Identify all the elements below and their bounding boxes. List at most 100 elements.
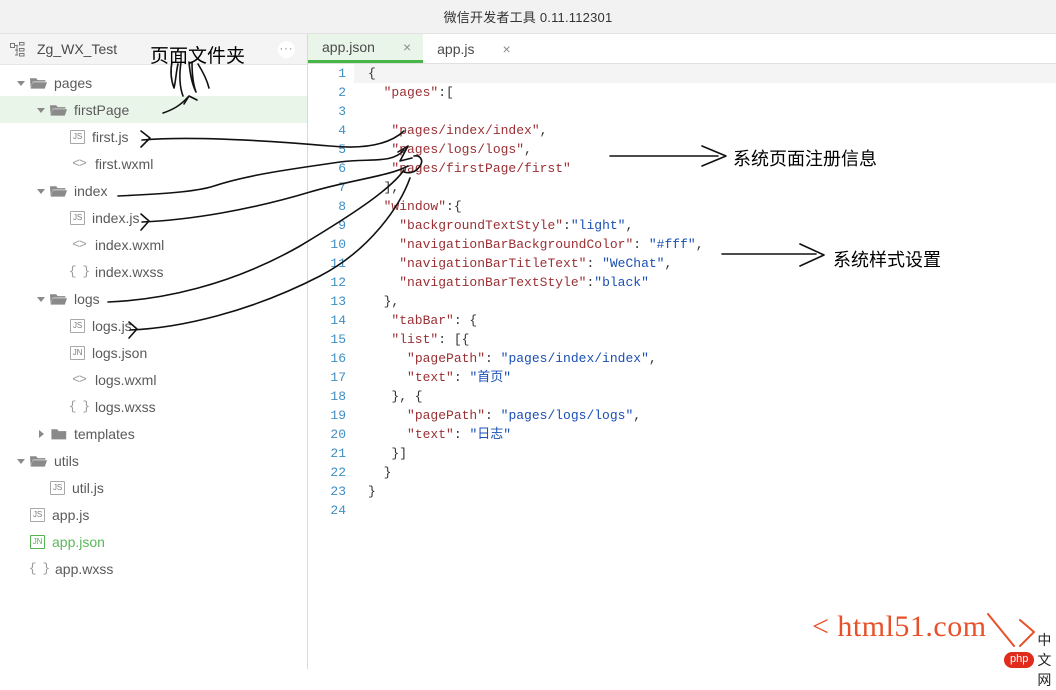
code-token: "window"	[384, 199, 446, 214]
code-token: : [{	[438, 332, 469, 347]
tree-item-app-wxss[interactable]: { }app.wxss	[0, 555, 307, 582]
code-line-text: }, {	[354, 387, 1056, 406]
chevron-down-icon[interactable]	[16, 456, 26, 466]
code-line[interactable]: 6 "pages/firstPage/first"	[308, 159, 1056, 178]
code-token: "pagePath"	[407, 408, 485, 423]
code-token: :	[454, 427, 470, 442]
code-token	[368, 199, 384, 214]
annotation-style-setting: 系统样式设置	[833, 246, 941, 272]
chevron-down-icon[interactable]	[36, 294, 46, 304]
code-line[interactable]: 18 }, {	[308, 387, 1056, 406]
code-line[interactable]: 13 },	[308, 292, 1056, 311]
folder-open-icon	[50, 184, 67, 198]
code-token: :[	[438, 85, 454, 100]
tree-item-index-wxss[interactable]: { }index.wxss	[0, 258, 307, 285]
code-line[interactable]: 5 "pages/logs/logs",	[308, 140, 1056, 159]
code-line[interactable]: 2 "pages":[	[308, 83, 1056, 102]
tree-item-first-wxml[interactable]: <>first.wxml	[0, 150, 307, 177]
tree-item-logs-js[interactable]: JSlogs.js	[0, 312, 307, 339]
code-line-text: "pages/logs/logs",	[354, 140, 1056, 159]
js-file-icon: JS	[30, 508, 45, 522]
code-line[interactable]: 11 "navigationBarTitleText": "WeChat",	[308, 254, 1056, 273]
code-token: ,	[664, 256, 672, 271]
chevron-down-icon[interactable]	[16, 78, 26, 88]
tree-item-util-js[interactable]: JSutil.js	[0, 474, 307, 501]
tree-item-pages[interactable]: pages	[0, 69, 307, 96]
tree-item-utils[interactable]: utils	[0, 447, 307, 474]
code-line[interactable]: 16 "pagePath": "pages/index/index",	[308, 349, 1056, 368]
code-token: :{	[446, 199, 462, 214]
line-number: 9	[308, 216, 354, 235]
chevron-right-icon[interactable]	[36, 429, 46, 439]
code-line[interactable]: 3	[308, 102, 1056, 121]
editor-tab-label: app.json	[322, 39, 375, 55]
code-line[interactable]: 9 "backgroundTextStyle":"light",	[308, 216, 1056, 235]
code-line[interactable]: 15 "list": [{	[308, 330, 1056, 349]
code-line[interactable]: 17 "text": "首页"	[308, 368, 1056, 387]
close-icon[interactable]: ×	[403, 40, 411, 54]
tree-item-logs-wxml[interactable]: <> logs.wxml	[0, 366, 307, 393]
code-token: "pages/logs/logs"	[501, 408, 634, 423]
code-line[interactable]: 19 "pagePath": "pages/logs/logs",	[308, 406, 1056, 425]
chevron-down-icon[interactable]	[36, 105, 46, 115]
tree-item-index-wxml[interactable]: <>index.wxml	[0, 231, 307, 258]
tree-item-index-js[interactable]: JSindex.js	[0, 204, 307, 231]
wxml-file-icon: <>	[70, 373, 88, 387]
code-line[interactable]: 24	[308, 501, 1056, 520]
js-file-icon: JS	[70, 130, 85, 144]
editor-tab-app-js[interactable]: app.js×	[423, 34, 523, 63]
editor-tab-app-json[interactable]: app.json ×	[308, 34, 423, 63]
tree-item-logs[interactable]: logs	[0, 285, 307, 312]
tree-item-firstPage[interactable]: firstPage	[0, 96, 307, 123]
file-tree[interactable]: pagesfirstPageJSfirst.js<>first.wxmlinde…	[0, 65, 307, 582]
code-token: "tabBar"	[391, 313, 453, 328]
code-token: "list"	[391, 332, 438, 347]
tree-spacer	[56, 240, 66, 250]
close-icon[interactable]: ×	[502, 42, 510, 56]
line-number: 20	[308, 425, 354, 444]
tree-spacer	[16, 537, 26, 547]
code-line[interactable]: 12 "navigationBarTextStyle":"black"	[308, 273, 1056, 292]
code-line[interactable]: 4 "pages/index/index",	[308, 121, 1056, 140]
tree-item-index[interactable]: index	[0, 177, 307, 204]
code-line-text: "text": "日志"	[354, 425, 1056, 444]
code-line[interactable]: 20 "text": "日志"	[308, 425, 1056, 444]
code-line[interactable]: 1{	[308, 64, 1056, 83]
tree-item-templates[interactable]: templates	[0, 420, 307, 447]
code-editor[interactable]: 1{2 "pages":[34 "pages/index/index",5 "p…	[308, 64, 1056, 669]
tree-item-logs-wxss[interactable]: { }logs.wxss	[0, 393, 307, 420]
code-token: : {	[454, 313, 477, 328]
tree-item-label: index.js	[92, 210, 139, 226]
tree-item-first-js[interactable]: JS first.js	[0, 123, 307, 150]
code-line[interactable]: 22 }	[308, 463, 1056, 482]
more-options-icon[interactable]: ···	[278, 41, 295, 58]
code-line[interactable]: 7 ],	[308, 178, 1056, 197]
editor-tab-bar[interactable]: app.json×app.js×	[308, 34, 1056, 64]
line-number: 6	[308, 159, 354, 178]
tree-spacer	[36, 483, 46, 493]
code-token: "text"	[407, 370, 454, 385]
code-token: "navigationBarTitleText"	[399, 256, 586, 271]
tree-item-label: first.js	[92, 129, 129, 145]
code-token	[368, 218, 399, 233]
wxss-file-icon: { }	[70, 400, 88, 414]
annotation-page-folder: 页面文件夹	[150, 41, 245, 68]
code-token: "pages/index/index"	[391, 123, 539, 138]
code-token: },	[368, 294, 399, 309]
code-line[interactable]: 23}	[308, 482, 1056, 501]
tree-item-logs-json[interactable]: JNlogs.json	[0, 339, 307, 366]
code-line[interactable]: 14 "tabBar": {	[308, 311, 1056, 330]
tree-item-app-json[interactable]: JNapp.json	[0, 528, 307, 555]
line-number: 2	[308, 83, 354, 102]
code-token: :	[586, 256, 602, 271]
tree-item-app-js[interactable]: JSapp.js	[0, 501, 307, 528]
code-token	[368, 351, 407, 366]
line-number: 21	[308, 444, 354, 463]
chevron-down-icon[interactable]	[36, 186, 46, 196]
tree-item-label: logs.wxml	[95, 372, 156, 388]
window-title-bar: 微信开发者工具 0.11.112301	[0, 0, 1056, 34]
code-line[interactable]: 21 }]	[308, 444, 1056, 463]
code-line[interactable]: 10 "navigationBarBackgroundColor": "#fff…	[308, 235, 1056, 254]
code-line[interactable]: 8 "window":{	[308, 197, 1056, 216]
line-number: 22	[308, 463, 354, 482]
